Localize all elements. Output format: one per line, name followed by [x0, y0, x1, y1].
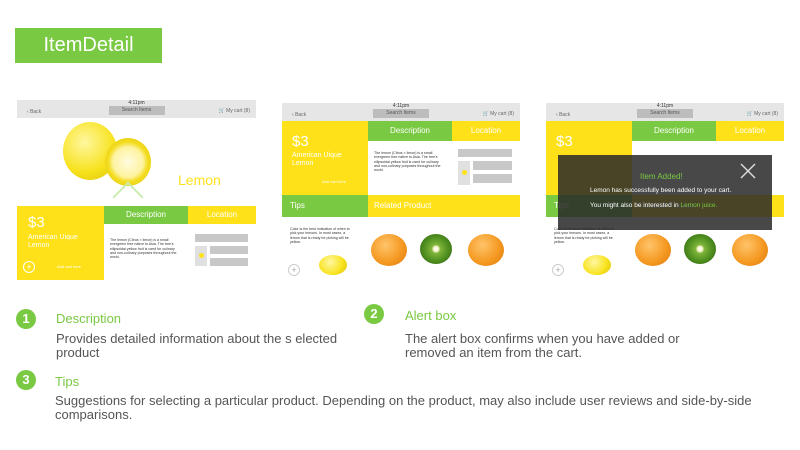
lemon-image-2: [105, 138, 151, 186]
cart-button[interactable]: 🛒 My cart (8): [218, 108, 250, 114]
description-text: The lemon (Citrus × limon) is a small ev…: [374, 151, 441, 173]
top-bar: 4:11pm ‹ Back Search Items 🛒 My cart (8): [282, 103, 520, 121]
map-pin-icon: [462, 170, 467, 175]
add-cart-icon[interactable]: +: [23, 261, 35, 273]
related-orange-1: [635, 234, 671, 266]
tab-location[interactable]: Location: [188, 206, 256, 224]
tab-description-label: Description: [125, 210, 166, 219]
screen-alert: 4:11pm ‹ Back Search Items 🛒 My cart (8)…: [546, 103, 784, 281]
alert-suggestion-link[interactable]: Lemon juice.: [680, 202, 717, 209]
tab-related-product-label: Related Product: [374, 201, 432, 210]
back-label: Back: [295, 112, 307, 118]
cart-label: My cart (8): [226, 108, 250, 114]
tab-description[interactable]: Description: [368, 121, 452, 141]
tab-related-product[interactable]: Related Product: [368, 195, 520, 217]
map-line-1: [210, 246, 248, 254]
tab-location-label: Location: [206, 210, 238, 219]
related-orange-2: [468, 234, 504, 266]
screen-item-detail: 4:11pm ‹ Back Search Items 🛒 My cart (8)…: [17, 100, 256, 280]
top-bar: 4:11pm ‹ Back Search Items 🛒 My cart (8): [17, 100, 256, 118]
caption-2-title: Alert box: [405, 308, 457, 323]
related-kiwi: [420, 234, 452, 264]
related-kiwi: [684, 234, 716, 264]
tab-tips-label: Tips: [290, 201, 305, 210]
tips-text: Color is the best indication of when to …: [290, 227, 350, 244]
add-cart-label: Add cart here: [322, 179, 347, 184]
caption-1-number: 1: [16, 309, 36, 329]
price-panel: $3 American Uique Lemon + Add cart here: [17, 206, 104, 280]
product-name-large: Lemon: [178, 172, 221, 188]
tab-description-label: Description: [653, 126, 694, 135]
map-placeholder: [458, 149, 512, 157]
tab-tips[interactable]: Tips: [282, 195, 368, 217]
cart-icon: 🛒: [482, 111, 489, 117]
tips-lemon-image: [583, 255, 611, 275]
search-input[interactable]: Search Items: [373, 109, 429, 118]
product-name: American Uique Lemon: [292, 152, 342, 167]
cart-button[interactable]: 🛒 My cart (8): [482, 111, 514, 117]
tips-lemon-image: [319, 255, 347, 275]
cart-icon: 🛒: [218, 108, 225, 114]
add-cart-icon[interactable]: +: [552, 264, 564, 276]
description-text: The lemon (Citrus × limon) is a small ev…: [110, 238, 177, 260]
back-button[interactable]: ‹ Back: [27, 109, 41, 115]
back-label: Back: [559, 112, 571, 118]
caption-1-body: Provides detailed information about the …: [56, 331, 338, 360]
tab-location-label: Location: [470, 126, 502, 135]
add-cart-label: Add cart here: [57, 264, 82, 269]
map-line-2: [473, 174, 512, 183]
tab-location-label: Location: [734, 126, 766, 135]
top-bar: 4:11pm ‹ Back Search Items 🛒 My cart (8): [546, 103, 784, 121]
tab-location[interactable]: Location: [716, 121, 784, 141]
caption-2-body: The alert box confirms when you have add…: [405, 331, 680, 360]
caption-3-number: 3: [16, 370, 36, 390]
tab-description[interactable]: Description: [632, 121, 716, 141]
map-line-1: [473, 161, 512, 170]
cart-label: My cart (8): [490, 111, 514, 117]
price: $3: [556, 133, 573, 150]
price-panel: $3 American Uique Lemon Add cart here: [282, 121, 368, 195]
add-cart-icon[interactable]: +: [288, 264, 300, 276]
page-title: ItemDetail: [15, 28, 162, 63]
tab-location[interactable]: Location: [452, 121, 520, 141]
map-pin-icon: [199, 253, 204, 258]
search-input[interactable]: Search Items: [637, 109, 693, 118]
tab-description[interactable]: Description: [104, 206, 188, 224]
caption-3-title: Tips: [55, 374, 80, 389]
alert-title: Item Added!: [640, 172, 683, 181]
caption-1-title: Description: [56, 311, 122, 326]
back-button[interactable]: ‹ Back: [292, 112, 306, 118]
caption-3-body: Suggestions for selecting a particular p…: [55, 393, 752, 422]
price: $3: [28, 214, 45, 231]
related-orange-1: [371, 234, 407, 266]
alert-suggestion-prefix: You might also be interested in: [590, 202, 681, 209]
product-name: American Uique Lemon: [28, 234, 78, 249]
caption-2-number: 2: [364, 304, 384, 324]
alert-message: Lemon has successfully been added to you…: [590, 187, 732, 194]
price: $3: [292, 133, 309, 150]
related-orange-2: [732, 234, 768, 266]
close-icon[interactable]: [740, 163, 756, 179]
map-placeholder: [195, 234, 248, 242]
tab-description-label: Description: [389, 126, 430, 135]
map-line-2: [210, 258, 248, 266]
screen-tips: 4:11pm ‹ Back Search Items 🛒 My cart (8)…: [282, 103, 520, 281]
cart-button[interactable]: 🛒 My cart (8): [746, 111, 778, 117]
cart-icon: 🛒: [746, 111, 753, 117]
back-button[interactable]: ‹ Back: [556, 112, 570, 118]
search-input[interactable]: Search Items: [108, 106, 165, 115]
back-label: Back: [30, 109, 42, 115]
cart-label: My cart (8): [754, 111, 778, 117]
alert-box: Item Added! Lemon has successfully been …: [558, 155, 772, 230]
alert-suggestion: You might also be interested in Lemon ju…: [590, 202, 717, 209]
